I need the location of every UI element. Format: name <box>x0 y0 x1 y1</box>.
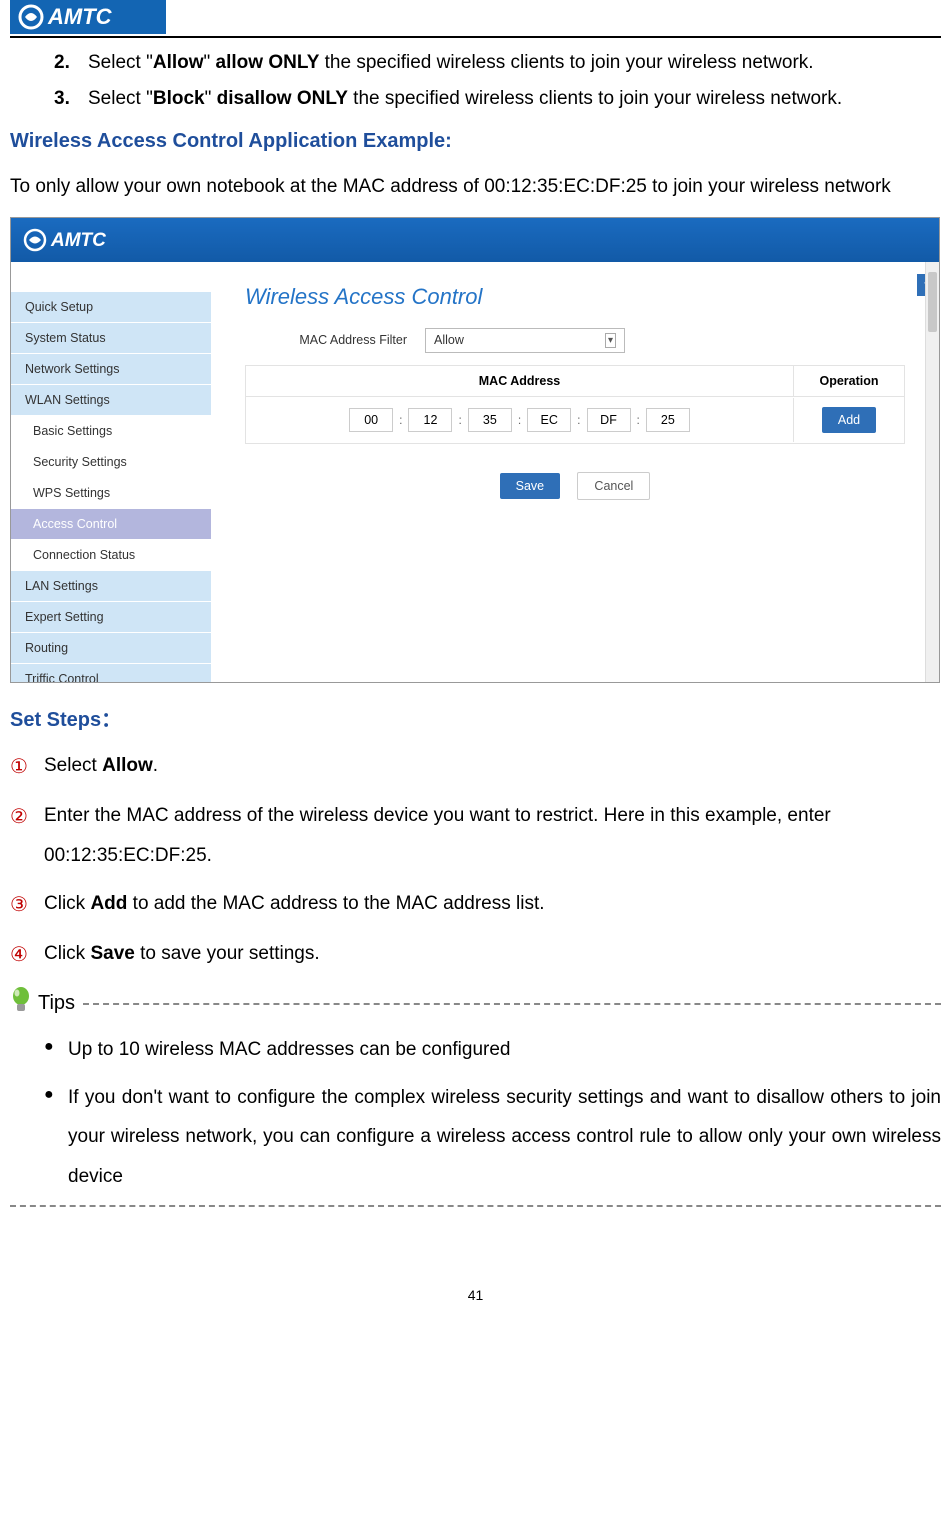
heading-steps: Set Steps： <box>10 703 941 732</box>
tip-2: ● If you don't want to configure the com… <box>44 1078 941 1198</box>
lightbulb-icon <box>10 986 32 1022</box>
sidebar-item[interactable]: Routing <box>11 633 211 664</box>
cancel-button[interactable]: Cancel <box>577 472 650 500</box>
chevron-down-icon: ▾ <box>605 333 616 348</box>
th-mac: MAC Address <box>246 366 794 396</box>
tips-label: Tips <box>38 992 75 1015</box>
scrollbar[interactable] <box>925 262 939 682</box>
sidebar-item[interactable]: WLAN Settings <box>11 385 211 416</box>
app-logo-icon: AMTC <box>23 228 153 252</box>
dashed-rule <box>83 1003 941 1005</box>
sidebar-item[interactable]: Network Settings <box>11 354 211 385</box>
filter-select[interactable]: Allow ▾ <box>425 328 625 353</box>
mac-octet-input[interactable] <box>349 408 393 432</box>
dashed-rule-end <box>10 1205 941 1207</box>
brand-logo-text: AMTC <box>47 4 113 29</box>
table-row: ::::: Add <box>246 397 904 443</box>
sidebar-item[interactable]: LAN Settings <box>11 571 211 602</box>
th-operation: Operation <box>794 366 904 396</box>
sidebar-item[interactable]: Connection Status <box>11 540 211 571</box>
sidebar-item[interactable]: Expert Setting <box>11 602 211 633</box>
table-header: MAC Address Operation <box>246 366 904 397</box>
tip-1: ● Up to 10 wireless MAC addresses can be… <box>44 1030 941 1070</box>
mac-octet-input[interactable] <box>468 408 512 432</box>
sidebar-item[interactable]: Quick Setup <box>11 292 211 323</box>
save-button[interactable]: Save <box>500 473 561 499</box>
scrollbar-thumb[interactable] <box>928 272 937 332</box>
sidebar-item[interactable]: Security Settings <box>11 447 211 478</box>
step-marker: ④ <box>10 934 44 976</box>
mac-separator: : <box>399 413 402 427</box>
sidebar-item[interactable]: Basic Settings <box>11 416 211 447</box>
mac-octet-input[interactable] <box>408 408 452 432</box>
mac-octet-input[interactable] <box>587 408 631 432</box>
tips-list: ● Up to 10 wireless MAC addresses can be… <box>44 1030 941 1198</box>
step-1: ① Select Allow. <box>10 746 941 788</box>
heading-example: Wireless Access Control Application Exam… <box>10 130 941 153</box>
action-row: Save Cancel <box>245 472 905 500</box>
paragraph-example: To only allow your own notebook at the M… <box>10 167 941 207</box>
numbered-item-2: 2. Select "Allow" allow ONLY the specifi… <box>54 52 941 74</box>
sidebar-item[interactable]: System Status <box>11 323 211 354</box>
step-4: ④ Click Save to save your settings. <box>10 934 941 976</box>
svg-text:AMTC: AMTC <box>50 230 106 251</box>
step-marker: ② <box>10 796 44 876</box>
app-screenshot: AMTC Quick SetupSystem StatusNetwork Set… <box>10 217 940 683</box>
mac-separator: : <box>577 413 580 427</box>
step-2: ② Enter the MAC address of the wireless … <box>10 796 941 876</box>
mac-input-group: ::::: <box>246 398 794 442</box>
panel-title: Wireless Access Control <box>245 284 905 310</box>
mac-separator: : <box>637 413 640 427</box>
filter-row: MAC Address Filter Allow ▾ <box>245 328 905 353</box>
numbered-body: Select "Block" disallow ONLY the specifi… <box>88 88 941 110</box>
numbered-marker: 2. <box>54 52 88 74</box>
numbered-body: Select "Allow" allow ONLY the specified … <box>88 52 941 74</box>
tips-header: Tips <box>10 986 941 1022</box>
mac-separator: : <box>458 413 461 427</box>
steps-list: ① Select Allow. ② Enter the MAC address … <box>10 746 941 976</box>
filter-label: MAC Address Filter <box>245 333 425 347</box>
app-sidebar: Quick SetupSystem StatusNetwork Settings… <box>11 262 211 682</box>
numbered-item-3: 3. Select "Block" disallow ONLY the spec… <box>54 88 941 110</box>
brand-logo-bar: AMTC <box>10 0 166 34</box>
mac-octet-input[interactable] <box>646 408 690 432</box>
filter-value: Allow <box>434 333 464 347</box>
mac-octet-input[interactable] <box>527 408 571 432</box>
mac-table: MAC Address Operation ::::: Add <box>245 365 905 444</box>
brand-logo-icon: AMTC <box>18 4 158 30</box>
sidebar-item[interactable]: WPS Settings <box>11 478 211 509</box>
mac-separator: : <box>518 413 521 427</box>
bullet-icon: ● <box>44 1078 68 1198</box>
app-topbar: AMTC <box>11 218 939 262</box>
numbered-marker: 3. <box>54 88 88 110</box>
bullet-icon: ● <box>44 1030 68 1070</box>
header-rule <box>10 36 941 38</box>
sidebar-item[interactable]: Access Control <box>11 509 211 540</box>
sidebar-item[interactable]: Triffic Control <box>11 664 211 683</box>
app-main: ? Wireless Access Control MAC Address Fi… <box>211 262 939 682</box>
add-button[interactable]: Add <box>822 407 876 433</box>
page-number: 41 <box>10 1287 941 1303</box>
step-marker: ③ <box>10 884 44 926</box>
step-marker: ① <box>10 746 44 788</box>
step-3: ③ Click Add to add the MAC address to th… <box>10 884 941 926</box>
